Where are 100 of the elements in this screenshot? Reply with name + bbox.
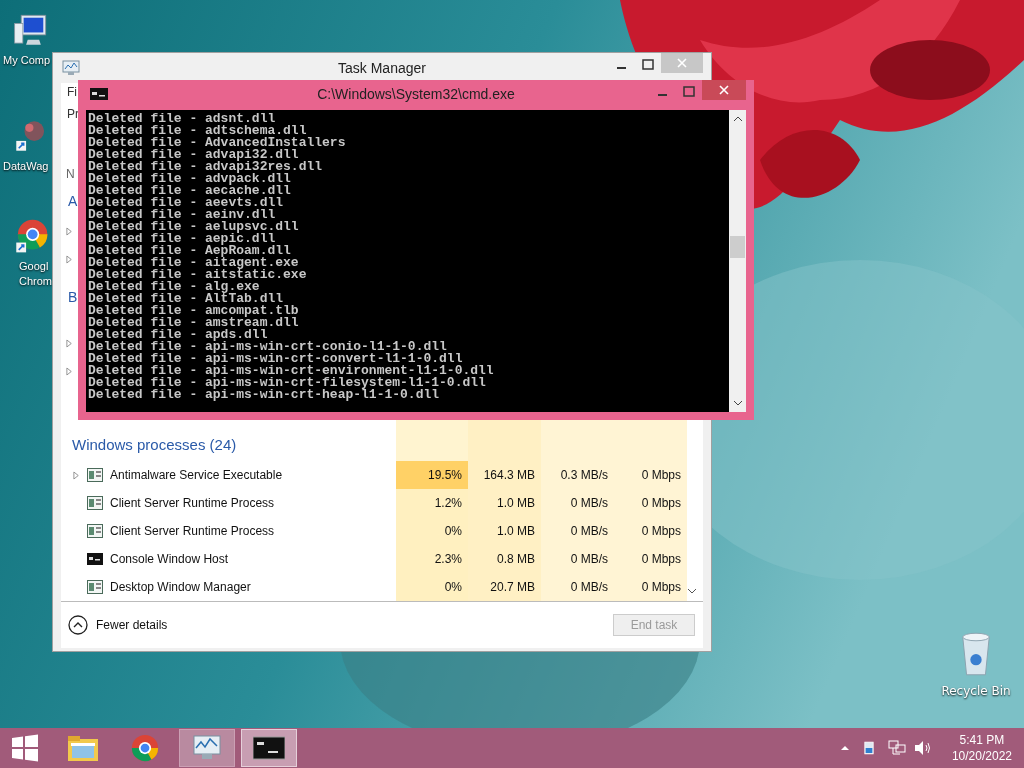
process-name: Desktop Window Manager — [110, 580, 251, 594]
memory-cell-text: 0.8 MB — [496, 551, 536, 568]
disk-cell-text: 0 MB/s — [569, 579, 609, 596]
section-heading: Windows processes (24) — [72, 435, 237, 453]
process-row[interactable]: Client Server Runtime Process 1.2% 1.0 MB 0 MB/s 0 Mbps — [61, 489, 687, 517]
memory-cell-text: 164.3 MB — [482, 467, 536, 484]
process-name: Antimalware Service Executable — [110, 468, 283, 482]
console-button[interactable] — [241, 729, 297, 767]
console-line: Deleted file - amcompat.tlb — [88, 305, 300, 317]
network-cell-text: 0 Mbps — [640, 467, 682, 484]
console-line: Deleted file - aepic.dll — [88, 233, 276, 245]
folder-icon — [67, 734, 99, 762]
cpu-cell: 0% — [396, 573, 468, 601]
console-line: Deleted file - api-ms-win-crt-filesystem-l1-1-0.dll — [88, 377, 486, 389]
icon-label: Recycle Bin — [941, 684, 1011, 699]
recycle-bin-icon[interactable] — [959, 630, 993, 678]
window-title: C:\Windows\System32\cmd.exe — [316, 86, 516, 102]
console-icon — [253, 734, 285, 762]
chrome-icon — [129, 734, 161, 762]
icon-label: DataWag — [3, 159, 49, 174]
console-line: Deleted file - AltTab.dll — [88, 293, 284, 305]
process-name: Client Server Runtime Process — [110, 524, 275, 538]
scrollbar[interactable] — [729, 110, 746, 412]
process-row[interactable]: Desktop Window Manager 0% 20.7 MB 0 MB/s 0 Mbps — [61, 573, 687, 601]
process-row[interactable]: Console Window Host 2.3% 0.8 MB 0 MB/s 0 Mbps — [61, 545, 687, 573]
icon-label: My Comp — [3, 53, 51, 68]
scroll-down-icon[interactable] — [687, 587, 697, 595]
cpu-cell: 1.2% — [396, 489, 468, 517]
network-cell-text: 0 Mbps — [640, 551, 682, 568]
disk-cell-text: 0 MB/s — [569, 523, 609, 540]
scroll-thumb[interactable] — [730, 236, 745, 258]
window-app-icon — [87, 468, 103, 482]
console-line: Deleted file - aeinv.dll — [88, 209, 276, 221]
process-row[interactable]: Antimalware Service Executable 19.5% 164.3 MB 0.3 MB/s 0 Mbps — [61, 461, 687, 489]
network-icon[interactable] — [887, 740, 906, 756]
cpu-cell: 19.5% — [396, 461, 468, 489]
collapse-icon[interactable] — [68, 615, 88, 635]
close-icon — [719, 85, 729, 95]
expand-icon[interactable] — [66, 338, 73, 348]
network-cell-text: 0 Mbps — [640, 495, 682, 512]
console-icon — [87, 552, 103, 566]
console-line: Deleted file - AepRoam.dll — [88, 245, 291, 257]
cpu-cell: 2.3% — [396, 545, 468, 573]
cpu-cell: 0% — [396, 517, 468, 545]
window-app-icon — [87, 524, 103, 538]
console-line: Deleted file - amstream.dll — [88, 317, 300, 329]
console-line: Deleted file - AdvancedInstallers — [88, 137, 347, 149]
console-line: Deleted file - aitagent.exe — [88, 257, 299, 269]
window-title: Task Manager — [337, 60, 427, 76]
console-line: Deleted file - api-ms-win-crt-heap-l1-1-0.dll — [88, 389, 440, 401]
monitor-chart-icon — [191, 734, 223, 762]
icon-label: Chrom — [19, 274, 52, 289]
close-icon — [677, 58, 687, 68]
console-line: Deleted file - aecache.dll — [88, 185, 292, 197]
console-line: Deleted file - aelupsvc.dll — [88, 221, 300, 233]
console-line: Deleted file - advapi32.dll — [88, 149, 299, 161]
network-cell-text: 0 Mbps — [640, 523, 682, 540]
start-icon[interactable] — [11, 734, 39, 762]
clock-date[interactable]: 10/20/2022 — [951, 748, 1012, 764]
battery-icon[interactable] — [863, 741, 874, 755]
scroll-up-icon[interactable] — [732, 115, 743, 123]
console-line: Deleted file - aitstatic.exe — [88, 269, 308, 281]
console-line: Deleted file - apds.dll — [88, 329, 268, 341]
monitor-chart-icon — [62, 60, 80, 76]
memory-cell-text: 1.0 MB — [496, 495, 536, 512]
tab[interactable]: Pr — [67, 107, 79, 121]
expand-icon[interactable] — [66, 254, 73, 264]
icon-label: Googl — [19, 259, 49, 274]
column-header[interactable]: N — [66, 167, 75, 181]
console-line: Deleted file - adsnt.dll — [88, 113, 276, 125]
memory-cell-text: 20.7 MB — [489, 579, 536, 596]
window-app-icon — [87, 496, 103, 510]
disk-cell-text: 0 MB/s — [569, 551, 609, 568]
console-line: Deleted file - alg.exe — [88, 281, 260, 293]
close-button[interactable] — [702, 80, 746, 100]
volume-icon[interactable] — [913, 740, 932, 756]
disk-cell-text: 0.3 MB/s — [559, 467, 609, 484]
scroll-down-icon[interactable] — [732, 399, 743, 407]
fewer-details-link[interactable]: Fewer details — [96, 618, 168, 632]
clock-time[interactable]: 5:41 PM — [959, 732, 1005, 748]
expand-icon[interactable] — [66, 226, 73, 236]
task-manager-button[interactable] — [179, 729, 235, 767]
process-name: Client Server Runtime Process — [110, 496, 275, 510]
network-cell-text: 0 Mbps — [640, 579, 682, 596]
console-line: Deleted file - api-ms-win-crt-convert-l1-1-0.dll — [88, 353, 463, 365]
memory-cell-text: 1.0 MB — [496, 523, 536, 540]
console-line: Deleted file - advpack.dll — [88, 173, 291, 185]
process-name: Console Window Host — [110, 552, 229, 566]
process-row[interactable]: Client Server Runtime Process 0% 1.0 MB 0 MB/s 0 Mbps — [61, 517, 687, 545]
group-heading: B — [68, 289, 78, 307]
console-line: Deleted file - adtschema.dll — [88, 125, 307, 137]
console-icon — [90, 88, 108, 100]
console-line: Deleted file - aeevts.dll — [88, 197, 285, 209]
window-app-icon — [87, 580, 103, 594]
expand-icon[interactable] — [66, 366, 73, 376]
console-line: Deleted file - api-ms-win-crt-conio-l1-1-0.dll — [88, 341, 447, 353]
expand-icon[interactable] — [72, 470, 80, 480]
menu-item[interactable]: Fi — [67, 85, 77, 99]
console-line: Deleted file - api-ms-win-crt-environment-l1-1-0.dll — [88, 365, 495, 377]
disk-cell-text: 0 MB/s — [569, 495, 609, 512]
